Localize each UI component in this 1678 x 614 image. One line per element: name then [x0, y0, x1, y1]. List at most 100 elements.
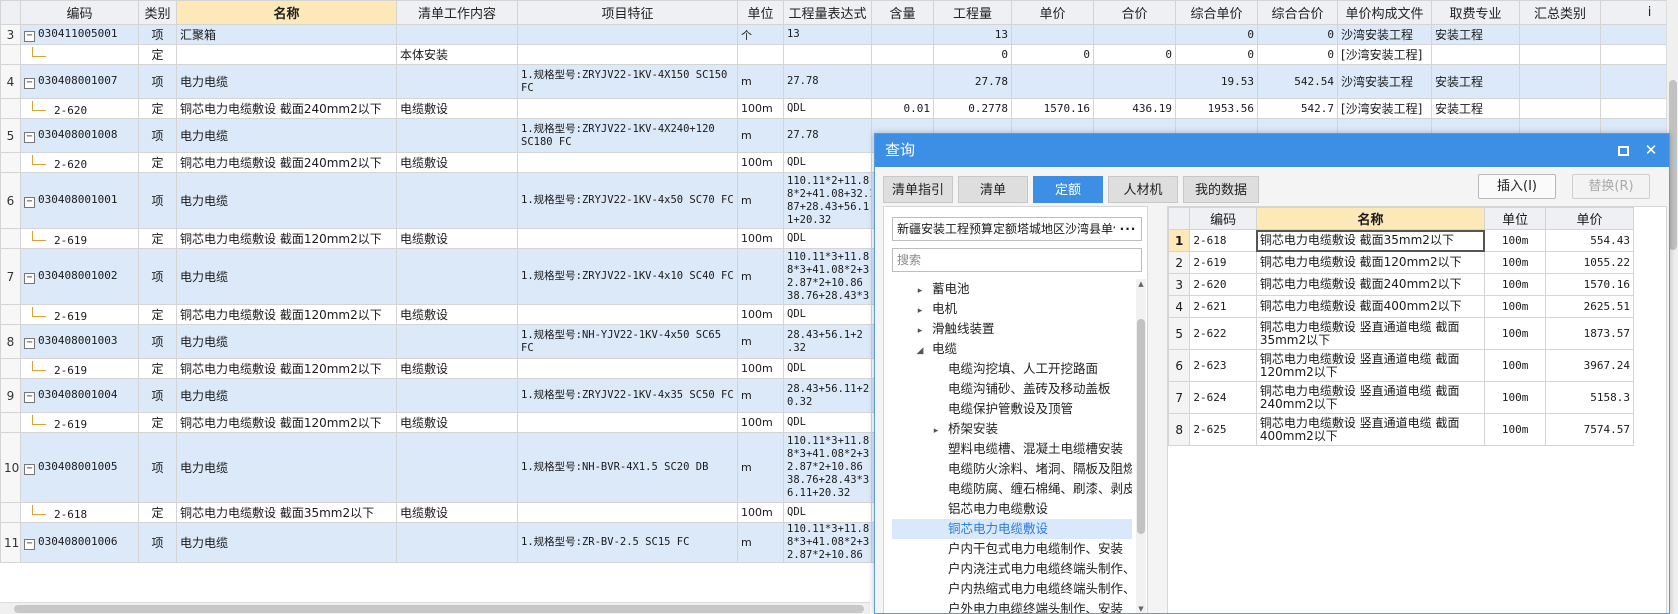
- result-code-cell[interactable]: 2-622: [1189, 317, 1257, 350]
- quantity-expression-cell[interactable]: QDL: [783, 228, 872, 249]
- work-content-cell[interactable]: [396, 24, 518, 45]
- quantity-expression-cell[interactable]: QDL: [783, 502, 872, 523]
- quantity-expression-cell[interactable]: QDL: [783, 304, 872, 325]
- code-cell[interactable]: 2-619: [20, 228, 139, 249]
- feature-cell[interactable]: [517, 24, 738, 45]
- column-header[interactable]: 工程量表达式: [783, 0, 872, 25]
- column-header[interactable]: 综合单价: [1175, 0, 1258, 25]
- row-number[interactable]: [0, 98, 21, 119]
- unit-cell[interactable]: m: [737, 324, 784, 359]
- feature-cell[interactable]: 1.规格型号:ZRYJV22-1KV-4x35 SC50 FC: [517, 378, 738, 413]
- code-cell[interactable]: −030408001008: [20, 118, 139, 153]
- collapse-icon[interactable]: −: [24, 338, 35, 349]
- summary-category-cell[interactable]: [1519, 64, 1601, 99]
- code-cell[interactable]: 2-619: [20, 304, 139, 325]
- name-cell[interactable]: 电力电缆: [176, 324, 397, 359]
- result-column-header[interactable]: 单位: [1484, 207, 1547, 230]
- work-content-cell[interactable]: [396, 522, 518, 563]
- unit-cell[interactable]: m: [737, 432, 784, 503]
- column-header[interactable]: 清单工作内容: [396, 0, 518, 25]
- code-cell[interactable]: 2-620: [20, 98, 139, 119]
- category-cell[interactable]: 定: [138, 44, 177, 65]
- name-cell[interactable]: 铜芯电力电缆敷设 截面240mm2以下: [176, 98, 397, 119]
- code-cell[interactable]: 2-619: [20, 358, 139, 379]
- work-content-cell[interactable]: [396, 64, 518, 99]
- work-content-cell[interactable]: 电缆敷设: [396, 98, 518, 119]
- code-cell[interactable]: −030408001004: [20, 378, 139, 413]
- scroll-thumb[interactable]: [14, 605, 864, 613]
- result-unit-cell[interactable]: 100m: [1484, 381, 1547, 414]
- tree-node[interactable]: 电缆沟挖填、人工开挖路面: [892, 359, 1132, 379]
- total-price-cell[interactable]: [1093, 64, 1176, 99]
- unit-cell[interactable]: [737, 44, 784, 65]
- result-price-cell[interactable]: 7574.57: [1545, 413, 1634, 446]
- content-ratio-cell[interactable]: [871, 24, 934, 45]
- quantity-expression-cell[interactable]: 28.43+56.11+2 0.32: [783, 378, 872, 413]
- row-number[interactable]: 7: [0, 248, 21, 305]
- collapse-icon[interactable]: −: [24, 539, 35, 550]
- code-cell[interactable]: 2-619: [20, 412, 139, 433]
- code-cell[interactable]: −030408001003: [20, 324, 139, 359]
- code-cell[interactable]: −030408001002: [20, 248, 139, 305]
- code-cell[interactable]: −030411005001: [20, 24, 139, 45]
- tree-node[interactable]: 铜芯电力电缆敷设: [892, 519, 1132, 539]
- summary-category-cell[interactable]: [1519, 98, 1601, 119]
- quantity-cell[interactable]: 0.2778: [933, 98, 1012, 119]
- feature-cell[interactable]: 1.规格型号:NH-BVR-4X1.5 SC20 DB: [517, 432, 738, 503]
- work-content-cell[interactable]: [396, 432, 518, 503]
- unit-cell[interactable]: m: [737, 118, 784, 153]
- category-cell[interactable]: 定: [138, 304, 177, 325]
- unit-cell[interactable]: 100m: [737, 502, 784, 523]
- tab-2[interactable]: 定额: [1033, 176, 1103, 203]
- collapse-icon[interactable]: −: [24, 78, 35, 89]
- feature-cell[interactable]: 1.规格型号:NH-YJV22-1KV-4x50 SC65 FC: [517, 324, 738, 359]
- feature-cell[interactable]: [517, 152, 738, 173]
- fee-specialty-cell[interactable]: 安装工程: [1431, 24, 1520, 45]
- tree-node[interactable]: 电缆沟铺砂、盖砖及移动盖板: [892, 379, 1132, 399]
- row-number[interactable]: 11: [0, 522, 21, 563]
- table-row-quota[interactable]: 2-620 定铜芯电力电缆敷设 截面240mm2以下 电缆敷设 100m QDL 0.01…: [0, 98, 1678, 119]
- tab-3[interactable]: 人材机: [1108, 176, 1178, 203]
- column-header[interactable]: 含量: [871, 0, 934, 25]
- feature-cell[interactable]: [517, 44, 738, 65]
- category-cell[interactable]: 定: [138, 98, 177, 119]
- column-header[interactable]: 单位: [737, 0, 784, 25]
- collapse-icon[interactable]: −: [24, 132, 35, 143]
- unit-cell[interactable]: 100m: [737, 152, 784, 173]
- fee-specialty-cell[interactable]: [1431, 44, 1520, 65]
- result-unit-cell[interactable]: 100m: [1484, 229, 1547, 252]
- category-cell[interactable]: 项: [138, 432, 177, 503]
- scroll-up-icon[interactable]: ▲: [1136, 279, 1146, 289]
- category-cell[interactable]: 项: [138, 378, 177, 413]
- name-cell[interactable]: 汇聚箱: [176, 24, 397, 45]
- tree-node[interactable]: 铝芯电力电缆敷设: [892, 499, 1132, 519]
- result-price-cell[interactable]: 5158.3: [1545, 381, 1634, 414]
- result-price-cell[interactable]: 1055.22: [1545, 251, 1634, 274]
- unit-cell[interactable]: 100m: [737, 358, 784, 379]
- tree-node[interactable]: ▸ 桥架安装: [892, 419, 1132, 439]
- row-number[interactable]: [0, 358, 21, 379]
- quantity-expression-cell[interactable]: 13: [783, 24, 872, 45]
- composite-total-cell[interactable]: 542.7: [1257, 98, 1338, 119]
- category-cell[interactable]: 项: [138, 24, 177, 45]
- work-content-cell[interactable]: 电缆敷设: [396, 412, 518, 433]
- table-row-quota[interactable]: 定本体安装 0 0 0 0 0 [沙湾安装工程]: [0, 44, 1678, 65]
- feature-cell[interactable]: 1.规格型号:ZRYJV22-1KV-4x50 SC70 FC: [517, 172, 738, 229]
- composite-unit-price-cell[interactable]: 0: [1175, 44, 1258, 65]
- result-row[interactable]: 2 2-619 铜芯电力电缆敷设 截面120mm2以下 100m 1055.22: [1168, 251, 1634, 274]
- work-content-cell[interactable]: 电缆敷设: [396, 304, 518, 325]
- column-header[interactable]: 取费专业: [1431, 0, 1520, 25]
- name-cell[interactable]: 电力电缆: [176, 118, 397, 153]
- collapse-icon[interactable]: −: [24, 392, 35, 403]
- work-content-cell[interactable]: 本体安装: [396, 44, 518, 65]
- category-cell[interactable]: 定: [138, 152, 177, 173]
- tree-node[interactable]: 电缆防火涂料、堵洞、隔板及阻燃槽盒安装: [892, 459, 1132, 479]
- composite-total-cell[interactable]: 0: [1257, 24, 1338, 45]
- fee-specialty-cell[interactable]: 安装工程: [1431, 64, 1520, 99]
- summary-category-cell[interactable]: [1519, 44, 1601, 65]
- name-cell[interactable]: 铜芯电力电缆敷设 截面120mm2以下: [176, 412, 397, 433]
- total-price-cell[interactable]: 436.19: [1093, 98, 1176, 119]
- code-cell[interactable]: −030408001007: [20, 64, 139, 99]
- tree-node[interactable]: ▸ 电机: [892, 299, 1132, 319]
- unit-cell[interactable]: m: [737, 378, 784, 413]
